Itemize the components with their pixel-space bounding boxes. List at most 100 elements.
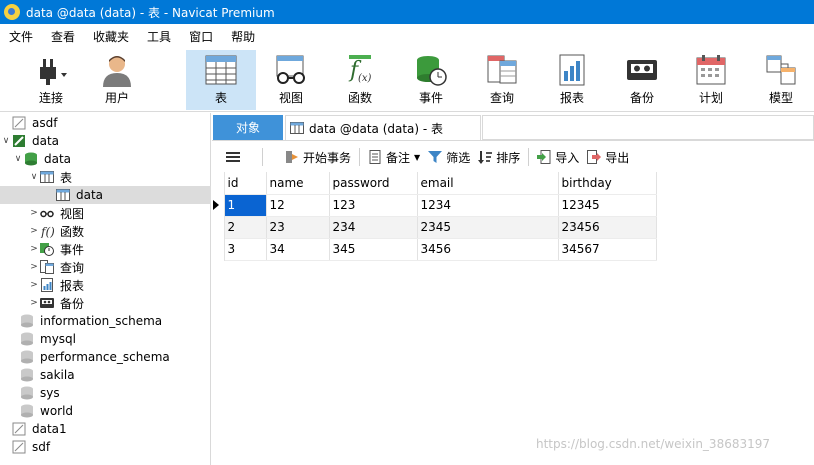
tree-tables[interactable]: ∨ 表 <box>0 168 211 186</box>
plug-icon <box>34 53 68 87</box>
tree-events[interactable]: > 事件 <box>0 240 211 258</box>
table-row[interactable]: 2 23 234 2345 23456 <box>212 216 657 239</box>
menu-help[interactable]: 帮助 <box>222 28 264 45</box>
tree-database-world[interactable]: world <box>0 402 211 420</box>
column-header-id[interactable]: id <box>224 172 267 195</box>
chevron-down-icon[interactable]: ▼ <box>414 153 420 162</box>
header-row: id name password email birthday <box>212 172 657 195</box>
tree-functions[interactable]: > f() 函数 <box>0 222 211 240</box>
function-icon: f (x) <box>343 53 377 87</box>
memo-button[interactable]: 备注 ▼ <box>368 145 420 169</box>
cell-password[interactable]: 345 <box>329 238 418 261</box>
tree-views[interactable]: > 视图 <box>0 204 211 222</box>
tab-empty-area <box>482 115 814 140</box>
backup-tape-icon <box>40 296 54 310</box>
chevron-down-icon[interactable]: ∨ <box>0 136 12 146</box>
user-button[interactable]: 用户 <box>92 50 142 110</box>
database-icon <box>20 314 34 328</box>
tree-database-sys[interactable]: sys <box>0 384 211 402</box>
chevron-right-icon[interactable]: > <box>28 226 40 236</box>
column-header-password[interactable]: password <box>329 172 418 195</box>
tree-connection-data1[interactable]: data1 <box>0 420 211 438</box>
column-header-birthday[interactable]: birthday <box>558 172 657 195</box>
export-button[interactable]: 导出 <box>587 145 629 169</box>
table-row[interactable]: 1 12 123 1234 12345 <box>212 194 657 217</box>
hamburger-menu-button[interactable] <box>226 145 244 169</box>
tab-objects[interactable]: 对象 <box>213 115 283 140</box>
cell-birthday[interactable]: 23456 <box>558 216 657 239</box>
cell-name[interactable]: 23 <box>266 216 330 239</box>
function-button[interactable]: f (x) 函数 <box>330 50 390 110</box>
connection-icon <box>12 440 26 454</box>
event-button[interactable]: 事件 <box>400 50 462 110</box>
cell-id[interactable]: 1 <box>224 194 267 217</box>
export-icon <box>587 150 602 164</box>
menu-icon <box>226 150 240 164</box>
chevron-down-icon[interactable]: ∨ <box>12 154 24 164</box>
connection-icon <box>12 422 26 436</box>
cell-password[interactable]: 123 <box>329 194 418 217</box>
table-row[interactable]: 3 34 345 3456 34567 <box>212 238 657 261</box>
cell-email[interactable]: 2345 <box>417 216 559 239</box>
import-button[interactable]: 导入 <box>537 145 579 169</box>
table-toolbar: 开始事务 备注 ▼ 筛选 排序 导入 导出 <box>212 142 814 172</box>
tree-database-performance-schema[interactable]: performance_schema <box>0 348 211 366</box>
sort-button[interactable]: 排序 <box>478 145 520 169</box>
database-icon <box>20 350 34 364</box>
tree-connection-asdf[interactable]: asdf <box>0 114 211 132</box>
menu-favorites[interactable]: 收藏夹 <box>84 28 138 45</box>
backup-button[interactable]: 备份 <box>612 50 672 110</box>
cell-birthday[interactable]: 34567 <box>558 238 657 261</box>
menu-window[interactable]: 窗口 <box>180 28 222 45</box>
database-icon <box>20 404 34 418</box>
menu-tools[interactable]: 工具 <box>138 28 180 45</box>
cell-password[interactable]: 234 <box>329 216 418 239</box>
sort-icon <box>478 150 493 164</box>
calendar-icon <box>694 53 728 87</box>
cell-name[interactable]: 12 <box>266 194 330 217</box>
chevron-down-icon[interactable]: ∨ <box>28 172 40 182</box>
column-header-name[interactable]: name <box>266 172 330 195</box>
tree-database-sakila[interactable]: sakila <box>0 366 211 384</box>
connection-open-icon <box>12 134 26 148</box>
tab-table-data[interactable]: data @data (data) - 表 <box>285 115 481 140</box>
cell-name[interactable]: 34 <box>266 238 330 261</box>
chevron-right-icon[interactable]: > <box>28 244 40 254</box>
query-icon <box>485 53 519 87</box>
tree-queries[interactable]: > 查询 <box>0 258 211 276</box>
model-icon <box>764 53 798 87</box>
tree-reports[interactable]: > 报表 <box>0 276 211 294</box>
view-button[interactable]: 视图 <box>262 50 320 110</box>
column-header-email[interactable]: email <box>417 172 559 195</box>
cell-email[interactable]: 1234 <box>417 194 559 217</box>
tree-connection-data[interactable]: ∨ data <box>0 132 211 150</box>
table-button[interactable]: 表 <box>186 50 256 110</box>
cell-birthday[interactable]: 12345 <box>558 194 657 217</box>
begin-transaction-button[interactable]: 开始事务 <box>285 145 351 169</box>
filter-button[interactable]: 筛选 <box>428 145 470 169</box>
data-grid: id name password email birthday 1 12 123… <box>212 172 814 465</box>
cell-email[interactable]: 3456 <box>417 238 559 261</box>
tree-database-mysql[interactable]: mysql <box>0 330 211 348</box>
cell-id[interactable]: 2 <box>224 216 267 239</box>
menu-file[interactable]: 文件 <box>0 28 42 45</box>
tree-database-information-schema[interactable]: information_schema <box>0 312 211 330</box>
chevron-right-icon[interactable]: > <box>28 280 40 290</box>
backup-tape-icon <box>625 53 659 87</box>
chevron-right-icon[interactable]: > <box>28 298 40 308</box>
model-button[interactable]: 模型 <box>750 50 812 110</box>
tree-table-data[interactable]: data <box>0 186 211 204</box>
cell-id[interactable]: 3 <box>224 238 267 261</box>
chevron-right-icon[interactable]: > <box>28 262 40 272</box>
tab-bar: 对象 data @data (data) - 表 <box>212 113 814 141</box>
chevron-right-icon[interactable]: > <box>28 208 40 218</box>
main-toolbar: 连接 用户 表 视图 f (x) 函数 事件 查询 报表 备份 计划 模型 <box>0 48 814 112</box>
tree-connection-sdf[interactable]: sdf <box>0 438 211 456</box>
schedule-button[interactable]: 计划 <box>680 50 742 110</box>
report-button[interactable]: 报表 <box>542 50 602 110</box>
tree-database-data[interactable]: ∨ data <box>0 150 211 168</box>
tree-backups[interactable]: > 备份 <box>0 294 211 312</box>
menu-view[interactable]: 查看 <box>42 28 84 45</box>
connect-button[interactable]: 连接 <box>18 50 84 110</box>
query-button[interactable]: 查询 <box>472 50 532 110</box>
